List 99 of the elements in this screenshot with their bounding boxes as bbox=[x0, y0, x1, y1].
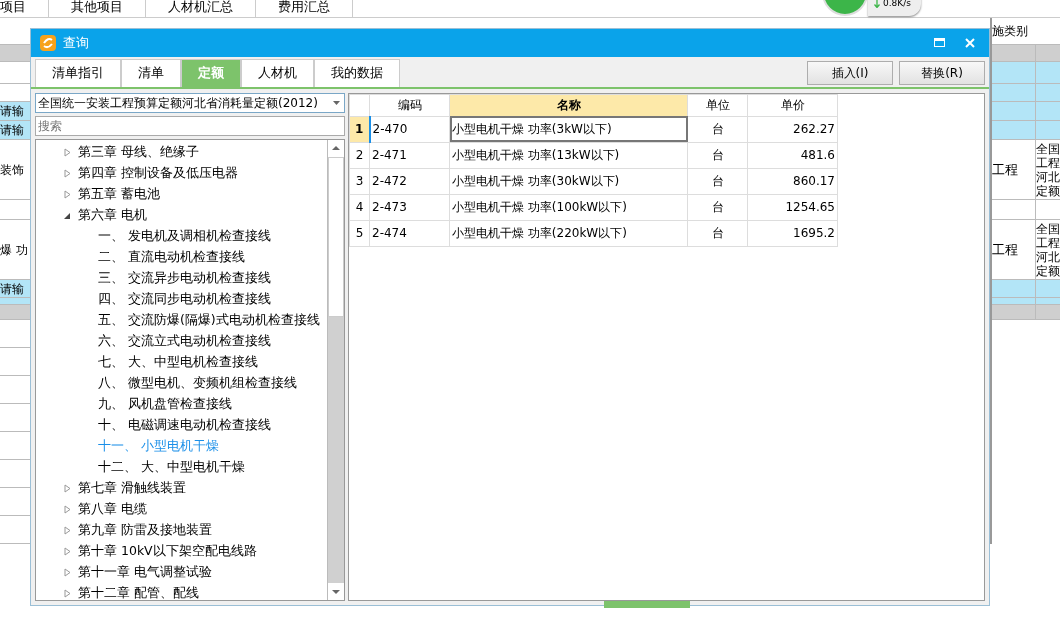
cell-text: 全国工程河北定额 bbox=[1036, 221, 1060, 278]
table-cell: 262.27 bbox=[747, 116, 838, 142]
table-cell: 1254.65 bbox=[747, 194, 838, 220]
search-field[interactable]: 搜索 bbox=[35, 115, 345, 137]
column-header: 施类别 bbox=[992, 23, 1028, 40]
tab[interactable]: 清单 bbox=[121, 58, 181, 87]
row-number: 4 bbox=[349, 194, 370, 220]
maximize-icon bbox=[934, 38, 945, 48]
tab[interactable]: 项目 bbox=[0, 0, 49, 17]
tab[interactable]: 费用汇总 bbox=[256, 0, 353, 17]
insert-button[interactable]: 插入(I) bbox=[807, 60, 893, 85]
app-logo-icon bbox=[39, 33, 57, 52]
expand-icon[interactable] bbox=[64, 568, 71, 578]
tree-item[interactable]: 十、 电磁调速电动机检查接线 bbox=[98, 416, 271, 436]
close-icon[interactable] bbox=[965, 37, 975, 48]
table-cell: 小型电机干燥 功率(100kW以下) bbox=[449, 194, 688, 220]
tree-item[interactable]: 八、 微型电机、变频机组检查接线 bbox=[98, 374, 297, 394]
tree-item[interactable]: 第十章 10kV以下架空配电线路 bbox=[78, 542, 257, 562]
tree-item[interactable]: 六、 交流立式电动机检查接线 bbox=[98, 332, 271, 352]
tree-item[interactable]: 第六章 电机 bbox=[78, 206, 147, 226]
table-cell: 2-474 bbox=[369, 220, 450, 246]
tree-item[interactable]: 第四章 控制设备及低压电器 bbox=[78, 164, 238, 184]
expand-icon[interactable] bbox=[64, 505, 71, 515]
input-row bbox=[992, 102, 1060, 121]
table-cell: 台 bbox=[687, 220, 748, 246]
input-row bbox=[992, 84, 1060, 102]
tab[interactable]: 清单指引 bbox=[35, 58, 121, 87]
table-cell: 台 bbox=[687, 116, 748, 142]
cell-text: 请输 bbox=[0, 122, 24, 139]
table-cell: 2-472 bbox=[369, 168, 450, 194]
tree-item[interactable]: 四、 交流同步电动机检查接线 bbox=[98, 290, 271, 310]
group-row bbox=[992, 45, 1060, 62]
expand-icon[interactable] bbox=[64, 484, 71, 494]
table-cell: 小型电机干燥 功率(3kW以下) bbox=[449, 116, 688, 142]
tree-item[interactable]: 第八章 电缆 bbox=[78, 500, 147, 520]
collapse-icon[interactable] bbox=[64, 211, 71, 221]
tab[interactable]: 我的数据 bbox=[314, 58, 400, 87]
input-row bbox=[992, 62, 1060, 84]
tree-item[interactable]: 十一、 小型电机干燥 bbox=[98, 437, 219, 457]
row-number: 5 bbox=[349, 220, 370, 246]
window-title: 查询 bbox=[63, 34, 90, 53]
tree-item[interactable]: 第九章 防雷及接地装置 bbox=[78, 521, 212, 541]
table-cell: 481.6 bbox=[747, 142, 838, 168]
cell-text: 请输 bbox=[0, 103, 24, 120]
table-cell: 小型电机干燥 功率(220kW以下) bbox=[449, 220, 688, 246]
cell-text: 工程 bbox=[992, 240, 1018, 259]
tab[interactable]: 人材机汇总 bbox=[146, 0, 256, 17]
cell-text: 请输 bbox=[0, 280, 24, 297]
cell-text: 全国工程河北定额 bbox=[1036, 141, 1060, 198]
table-cell: 台 bbox=[687, 194, 748, 220]
expand-icon[interactable] bbox=[64, 526, 71, 536]
expand-icon[interactable] bbox=[64, 190, 71, 200]
expand-icon[interactable] bbox=[64, 148, 71, 158]
expand-icon[interactable] bbox=[64, 547, 71, 557]
column-header: 名称 bbox=[449, 94, 688, 116]
tree-item[interactable]: 九、 风机盘管检查接线 bbox=[98, 395, 232, 415]
tab[interactable]: 其他项目 bbox=[49, 0, 146, 17]
column-header: 编码 bbox=[369, 94, 450, 116]
down-arrow-icon bbox=[874, 0, 880, 8]
tree-item[interactable]: 二、 直流电动机检查接线 bbox=[98, 248, 245, 268]
speed-text: 0.8K/s bbox=[883, 0, 911, 11]
tree-item[interactable]: 三、 交流异步电动机检查接线 bbox=[98, 269, 271, 289]
tree-item[interactable]: 第七章 滑触线装置 bbox=[78, 479, 186, 499]
table-cell: 2-473 bbox=[369, 194, 450, 220]
replace-button[interactable]: 替换(R) bbox=[899, 60, 985, 85]
scroll-down-icon[interactable] bbox=[328, 583, 344, 600]
cell-text: 装饰 bbox=[0, 161, 24, 179]
tree-item[interactable]: 十二、 大、中型电机干燥 bbox=[98, 458, 245, 478]
table-cell: 1695.2 bbox=[747, 220, 838, 246]
tree-item[interactable]: 第五章 蓄电池 bbox=[78, 185, 160, 205]
table-cell: 小型电机干燥 功率(13kW以下) bbox=[449, 142, 688, 168]
table-cell: 2-471 bbox=[369, 142, 450, 168]
expand-icon[interactable] bbox=[64, 589, 71, 599]
group-row bbox=[0, 305, 30, 320]
group-row bbox=[0, 45, 30, 62]
expand-icon[interactable] bbox=[64, 169, 71, 179]
library-dropdown[interactable]: 全国统一安装工程预算定额河北省消耗量定额(2012) bbox=[35, 92, 345, 113]
tree-item[interactable]: 一、 发电机及调相机检查接线 bbox=[98, 227, 271, 247]
tab[interactable]: 人材机 bbox=[241, 58, 314, 87]
table-cell: 860.17 bbox=[747, 168, 838, 194]
tree-item[interactable]: 第三章 母线、绝缘子 bbox=[78, 143, 199, 163]
column-header: 单位 bbox=[687, 94, 748, 116]
caret-icon bbox=[333, 100, 340, 105]
cell-text: 爆 功 bbox=[0, 241, 28, 259]
table-cell: 2-470 bbox=[369, 116, 450, 142]
column-header: 单价 bbox=[747, 94, 838, 116]
cell-text: 工程 bbox=[992, 160, 1018, 179]
table-cell: 小型电机干燥 功率(30kW以下) bbox=[449, 168, 688, 194]
tree-item[interactable]: 第十二章 配管、配线 bbox=[78, 584, 199, 604]
row-number: 3 bbox=[349, 168, 370, 194]
tree-item[interactable]: 七、 大、中型电机检查接线 bbox=[98, 353, 258, 373]
row-number: 2 bbox=[349, 142, 370, 168]
row-number: 1 bbox=[349, 116, 370, 142]
scroll-up-icon[interactable] bbox=[328, 140, 344, 158]
table-cell: 台 bbox=[687, 142, 748, 168]
table-cell: 台 bbox=[687, 168, 748, 194]
tree-item[interactable]: 第十一章 电气调整试验 bbox=[78, 563, 212, 583]
group-row bbox=[992, 305, 1060, 320]
tree-item[interactable]: 五、 交流防爆(隔爆)式电动机检查接线 bbox=[98, 311, 320, 331]
